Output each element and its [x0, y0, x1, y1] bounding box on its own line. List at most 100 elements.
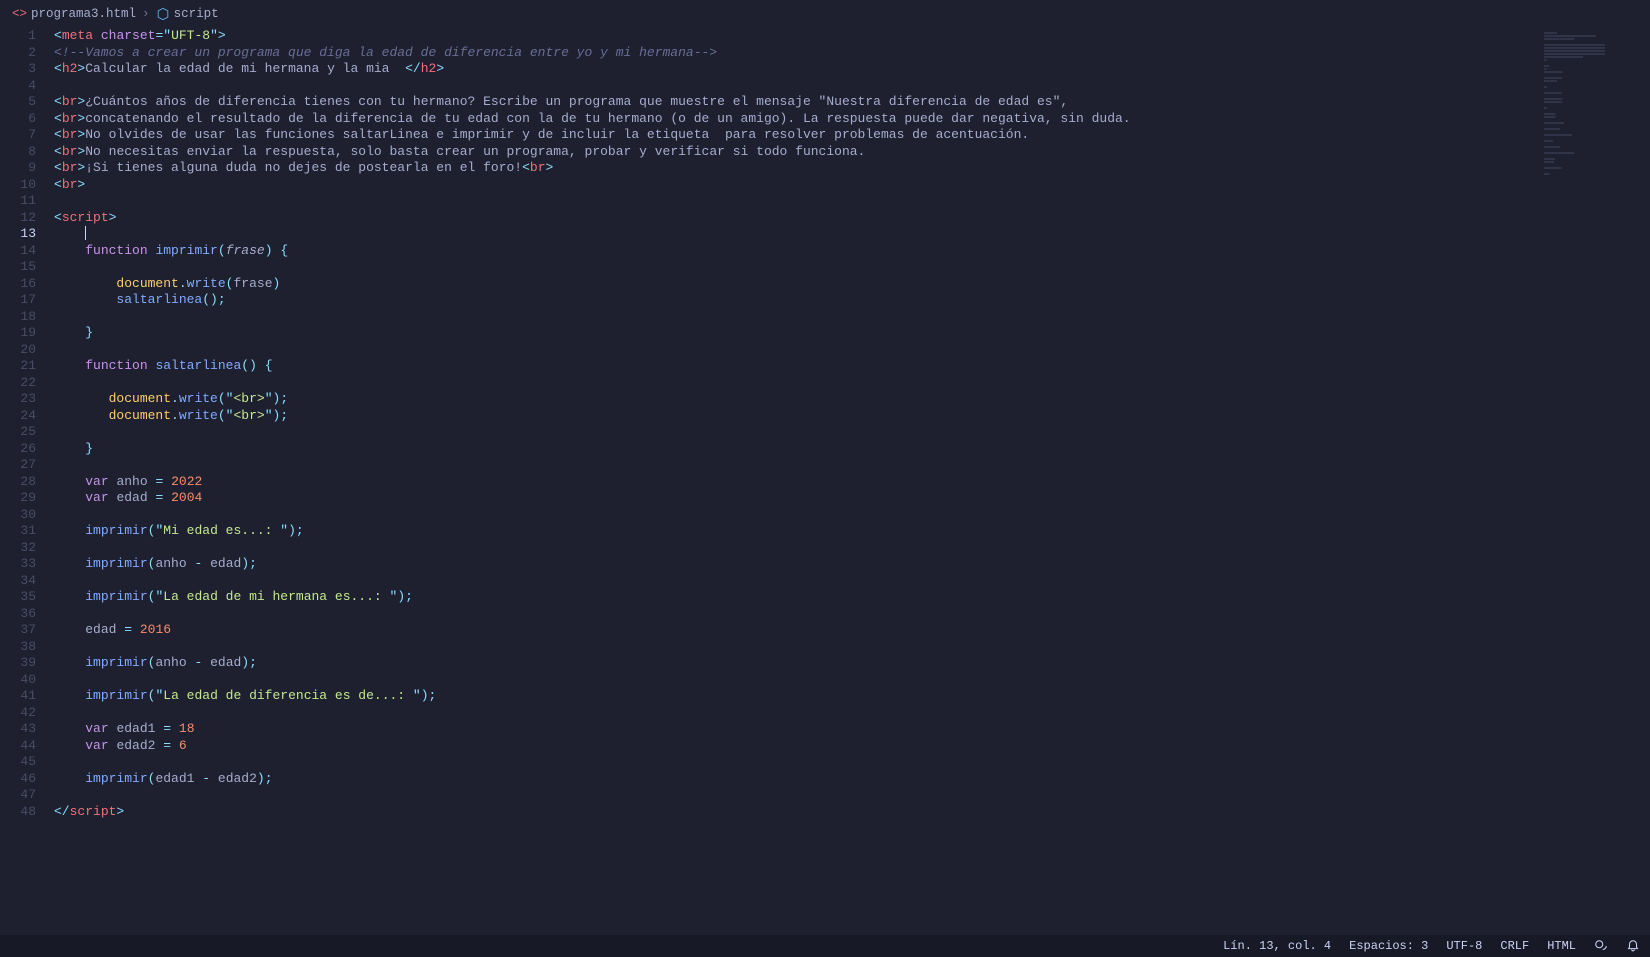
line-number: 4 — [0, 78, 36, 95]
code-line[interactable] — [54, 639, 1650, 656]
code-line[interactable] — [54, 342, 1650, 359]
line-number: 28 — [0, 474, 36, 491]
code-line[interactable]: var edad2 = 6 — [54, 738, 1650, 755]
code-line[interactable]: var edad1 = 18 — [54, 721, 1650, 738]
code-line[interactable] — [54, 540, 1650, 557]
feedback-icon[interactable] — [1594, 939, 1608, 953]
bell-icon[interactable] — [1626, 939, 1640, 953]
code-line[interactable]: <!--Vamos a crear un programa que diga l… — [54, 45, 1650, 62]
line-number: 32 — [0, 540, 36, 557]
line-number: 19 — [0, 325, 36, 342]
code-line[interactable] — [54, 309, 1650, 326]
code-line[interactable]: imprimir("La edad de diferencia es de...… — [54, 688, 1650, 705]
line-number: 44 — [0, 738, 36, 755]
code-line[interactable] — [54, 424, 1650, 441]
line-number: 14 — [0, 243, 36, 260]
code-line[interactable]: <br>¿Cuántos años de diferencia tienes c… — [54, 94, 1650, 111]
line-number: 18 — [0, 309, 36, 326]
code-line[interactable]: <br>No olvides de usar las funciones sal… — [54, 127, 1650, 144]
code-line[interactable] — [54, 507, 1650, 524]
status-eol[interactable]: CRLF — [1500, 939, 1529, 953]
status-language[interactable]: HTML — [1547, 939, 1576, 953]
code-line[interactable]: imprimir(anho - edad); — [54, 556, 1650, 573]
line-number: 41 — [0, 688, 36, 705]
code-line[interactable] — [54, 226, 1650, 243]
line-number: 29 — [0, 490, 36, 507]
line-number: 48 — [0, 804, 36, 821]
code-line[interactable]: <br>No necesitas enviar la respuesta, so… — [54, 144, 1650, 161]
line-number: 34 — [0, 573, 36, 590]
status-spaces[interactable]: Espacios: 3 — [1349, 939, 1428, 953]
line-number: 5 — [0, 94, 36, 111]
code-line[interactable] — [54, 672, 1650, 689]
line-number: 12 — [0, 210, 36, 227]
line-number: 1 — [0, 28, 36, 45]
line-number: 16 — [0, 276, 36, 293]
code-area[interactable]: <meta charset="UFT-8"><!--Vamos a crear … — [54, 28, 1650, 935]
line-number: 45 — [0, 754, 36, 771]
line-number: 27 — [0, 457, 36, 474]
code-line[interactable] — [54, 78, 1650, 95]
code-line[interactable]: function imprimir(frase) { — [54, 243, 1650, 260]
editor[interactable]: 1234567891011121314151617181920212223242… — [0, 28, 1650, 935]
line-number-gutter: 1234567891011121314151617181920212223242… — [0, 28, 54, 935]
code-line[interactable] — [54, 193, 1650, 210]
line-number: 26 — [0, 441, 36, 458]
code-line[interactable]: <h2>Calcular la edad de mi hermana y la … — [54, 61, 1650, 78]
text-cursor — [85, 226, 86, 240]
code-line[interactable] — [54, 375, 1650, 392]
line-number: 2 — [0, 45, 36, 62]
code-line[interactable]: var edad = 2004 — [54, 490, 1650, 507]
breadcrumb[interactable]: <> programa3.html › script — [0, 0, 1650, 28]
line-number: 40 — [0, 672, 36, 689]
line-number: 6 — [0, 111, 36, 128]
line-number: 21 — [0, 358, 36, 375]
code-line[interactable] — [54, 606, 1650, 623]
status-encoding[interactable]: UTF-8 — [1446, 939, 1482, 953]
line-number: 25 — [0, 424, 36, 441]
code-line[interactable]: <br> — [54, 177, 1650, 194]
code-line[interactable] — [54, 457, 1650, 474]
code-line[interactable]: } — [54, 441, 1650, 458]
line-number: 35 — [0, 589, 36, 606]
code-line[interactable]: } — [54, 325, 1650, 342]
code-line[interactable]: document.write("<br>"); — [54, 391, 1650, 408]
breadcrumb-file[interactable]: programa3.html — [31, 7, 136, 21]
code-line[interactable] — [54, 573, 1650, 590]
status-position[interactable]: Lín. 13, col. 4 — [1223, 939, 1331, 953]
line-number: 17 — [0, 292, 36, 309]
breadcrumb-symbol[interactable]: script — [174, 7, 219, 21]
code-line[interactable] — [54, 754, 1650, 771]
line-number: 47 — [0, 787, 36, 804]
code-line[interactable] — [54, 259, 1650, 276]
code-line[interactable]: <br>¡Si tienes alguna duda no dejes de p… — [54, 160, 1650, 177]
line-number: 3 — [0, 61, 36, 78]
code-line[interactable]: imprimir(anho - edad); — [54, 655, 1650, 672]
code-line[interactable]: <meta charset="UFT-8"> — [54, 28, 1650, 45]
code-line[interactable]: imprimir("La edad de mi hermana es...: "… — [54, 589, 1650, 606]
code-line[interactable]: imprimir(edad1 - edad2); — [54, 771, 1650, 788]
code-line[interactable]: edad = 2016 — [54, 622, 1650, 639]
line-number: 39 — [0, 655, 36, 672]
line-number: 36 — [0, 606, 36, 623]
line-number: 10 — [0, 177, 36, 194]
code-line[interactable]: document.write(frase) — [54, 276, 1650, 293]
code-line[interactable] — [54, 705, 1650, 722]
code-line[interactable]: <br>concatenando el resultado de la dife… — [54, 111, 1650, 128]
line-number: 37 — [0, 622, 36, 639]
code-line[interactable]: document.write("<br>"); — [54, 408, 1650, 425]
code-line[interactable]: var anho = 2022 — [54, 474, 1650, 491]
code-line[interactable]: <script> — [54, 210, 1650, 227]
chevron-right-icon: › — [140, 7, 152, 21]
line-number: 30 — [0, 507, 36, 524]
code-line[interactable] — [54, 787, 1650, 804]
code-line[interactable]: </script> — [54, 804, 1650, 821]
line-number: 13 — [0, 226, 36, 243]
code-line[interactable]: imprimir("Mi edad es...: "); — [54, 523, 1650, 540]
code-line[interactable]: saltarlinea(); — [54, 292, 1650, 309]
minimap[interactable] — [1540, 28, 1650, 228]
code-line[interactable]: function saltarlinea() { — [54, 358, 1650, 375]
line-number: 38 — [0, 639, 36, 656]
line-number: 9 — [0, 160, 36, 177]
line-number: 46 — [0, 771, 36, 788]
